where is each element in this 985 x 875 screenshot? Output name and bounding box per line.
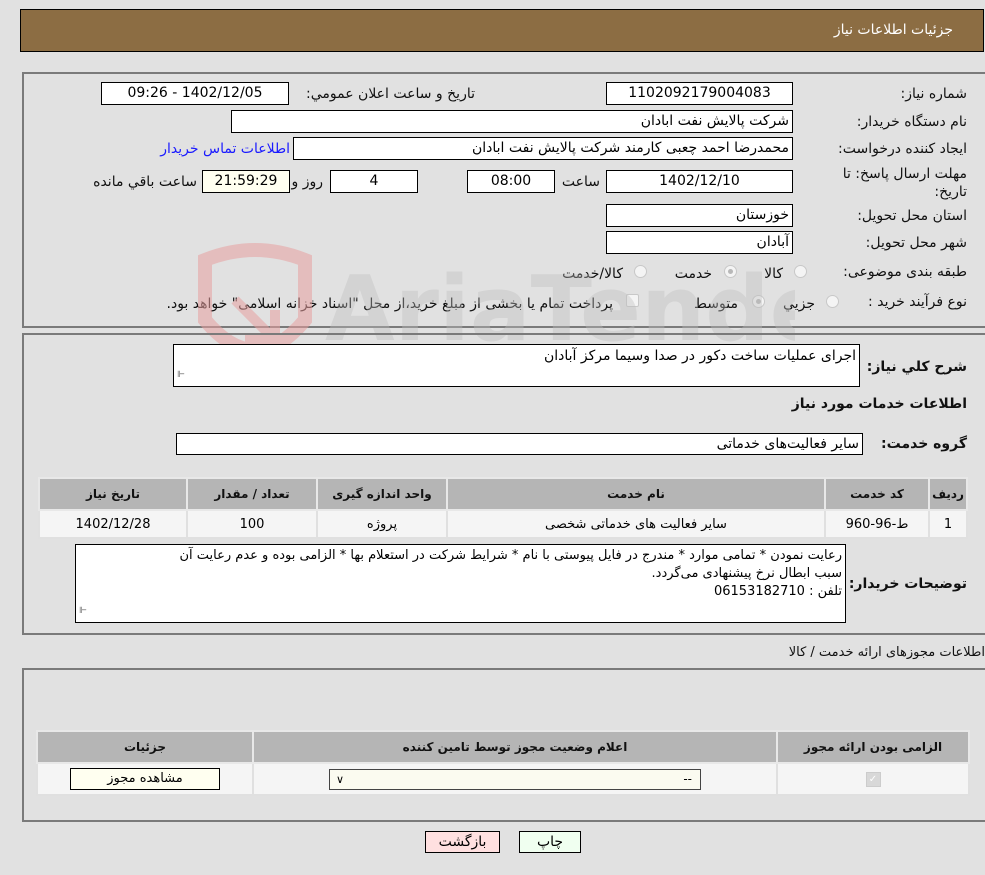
cell-permit-status: -- ∨ — [252, 762, 778, 796]
need-number-field: 1102092179004083 — [606, 82, 793, 105]
process-label: نوع فرآیند خرید : — [868, 294, 967, 310]
col-service-code: کد خدمت — [824, 477, 930, 511]
back-button[interactable]: بازگشت — [425, 831, 500, 853]
category-option-goods-service: کالا/خدمت — [562, 266, 623, 282]
col-permit-required: الزامی بودن ارائه مجوز — [776, 730, 970, 764]
announce-datetime-field: 1402/12/05 - 09:26 — [101, 82, 289, 105]
treasury-checkbox[interactable] — [626, 294, 639, 307]
creator-label: ایجاد کننده درخواست: — [838, 141, 967, 157]
services-table-header: ردیف کد خدمت نام خدمت واحد اندازه گیری ت… — [38, 477, 968, 511]
permits-table-header: الزامی بودن ارائه مجوز اعلام وضعیت مجوز … — [36, 730, 970, 764]
province-field: خوزستان — [606, 204, 793, 227]
buyer-contact-link[interactable]: اطلاعات تماس خریدار — [160, 141, 290, 157]
permits-table: الزامی بودن ارائه مجوز اعلام وضعیت مجوز … — [36, 730, 970, 796]
view-permit-button[interactable]: مشاهده مجوز — [70, 768, 220, 790]
description-text: اجرای عملیات ساخت دکور در صدا وسیما مرکز… — [543, 348, 856, 364]
cell-quantity: 100 — [186, 509, 318, 539]
deadline-time-field: 08:00 — [467, 170, 555, 193]
remaining-label: ساعت باقي مانده — [93, 174, 197, 190]
service-group-label: گروه خدمت: — [881, 436, 967, 452]
description-textarea[interactable]: اجرای عملیات ساخت دکور در صدا وسیما مرکز… — [173, 344, 860, 387]
services-title: اطلاعات خدمات مورد نیاز — [791, 396, 967, 412]
page-title: جزئیات اطلاعات نیاز — [833, 22, 953, 38]
province-label: استان محل تحویل: — [857, 208, 967, 224]
city-label: شهر محل تحویل: — [865, 235, 967, 251]
announce-label: تاریخ و ساعت اعلان عمومي: — [306, 86, 475, 102]
col-permit-status: اعلام وضعیت مجوز توسط تامین کننده — [252, 730, 778, 764]
process-option-medium: متوسط — [694, 296, 738, 312]
process-radio-medium[interactable] — [752, 295, 765, 308]
cell-unit: پروژه — [316, 509, 448, 539]
treasury-note: پرداخت تمام یا بخشی از مبلغ خرید،از محل … — [166, 296, 613, 312]
cell-row: 1 — [928, 509, 968, 539]
process-option-minor: جزيي — [783, 296, 815, 312]
category-label: طبقه بندی موضوعی: — [843, 264, 967, 280]
remaining-time-field: 21:59:29 — [202, 170, 290, 193]
col-quantity: تعداد / مقدار — [186, 477, 318, 511]
city-field: آبادان — [606, 231, 793, 254]
creator-field: محمدرضا احمد چعبی کارمند شرکت پالایش نفت… — [293, 137, 793, 160]
buyer-org-field: شرکت پالایش نفت ابادان — [231, 110, 793, 133]
cell-permit-required: ✓ — [776, 762, 970, 796]
days-label: روز و — [291, 174, 324, 190]
cell-service-name: سایر فعالیت های خدماتی شخصی — [446, 509, 826, 539]
cell-service-code: ط-96-960 — [824, 509, 930, 539]
permit-status-select[interactable]: -- ∨ — [329, 768, 701, 790]
page-header: جزئیات اطلاعات نیاز — [20, 9, 984, 52]
services-table: ردیف کد خدمت نام خدمت واحد اندازه گیری ت… — [38, 477, 968, 539]
chevron-down-icon: ∨ — [336, 772, 345, 786]
permit-status-value: -- — [683, 771, 692, 786]
cell-need-date: 1402/12/28 — [38, 509, 188, 539]
category-radio-goods[interactable] — [794, 265, 807, 278]
buyer-notes-line1: رعایت نمودن * تمامی موارد * مندرج در فای… — [179, 548, 842, 563]
process-radio-minor[interactable] — [826, 295, 839, 308]
deadline-label-line1: مهلت ارسال پاسخ: تا — [842, 166, 967, 182]
buyer-notes-textarea[interactable]: رعایت نمودن * تمامی موارد * مندرج در فای… — [75, 544, 846, 623]
time-label: ساعت — [561, 174, 600, 190]
deadline-label: مهلت ارسال پاسخ: تا تاریخ: — [843, 165, 967, 201]
deadline-date-field: 1402/12/10 — [606, 170, 793, 193]
col-service-name: نام خدمت — [446, 477, 826, 511]
permits-title: اطلاعات مجوزهای ارائه خدمت / کالا — [788, 645, 985, 660]
print-button[interactable]: چاپ — [519, 831, 581, 853]
category-option-goods: کالا — [764, 266, 783, 282]
buyer-notes-line2: سبب ابطال نرخ پیشنهادی می‌گردد. — [651, 566, 842, 581]
category-radio-service[interactable] — [724, 265, 737, 278]
category-option-service: خدمت — [674, 266, 712, 282]
days-field: 4 — [330, 170, 418, 193]
resize-grip-icon[interactable]: ⫣ — [79, 602, 87, 620]
need-number-label: شماره نیاز: — [900, 86, 968, 102]
cell-permit-details: مشاهده مجوز — [36, 762, 254, 796]
table-row: ✓ -- ∨ مشاهده مجوز — [36, 762, 970, 796]
buyer-notes-line3: تلفن : 06153182710 — [713, 584, 842, 599]
col-unit: واحد اندازه گیری — [316, 477, 448, 511]
col-need-date: تاریخ نیاز — [38, 477, 188, 511]
permit-required-checkbox: ✓ — [865, 772, 881, 787]
col-permit-details: جزئیات — [36, 730, 254, 764]
category-radio-goods-service[interactable] — [634, 265, 647, 278]
buyer-notes-label: توضیحات خریدار: — [848, 576, 967, 592]
resize-grip-icon[interactable]: ⫣ — [177, 366, 185, 384]
service-group-field: سایر فعالیت‌های خدماتی — [176, 433, 863, 455]
deadline-label-line2: تاریخ: — [934, 184, 967, 200]
description-label: شرح کلي نياز: — [866, 359, 967, 375]
buyer-org-label: نام دستگاه خريدار: — [856, 114, 967, 130]
col-row: ردیف — [928, 477, 968, 511]
table-row: 1 ط-96-960 سایر فعالیت های خدماتی شخصی پ… — [38, 509, 968, 539]
